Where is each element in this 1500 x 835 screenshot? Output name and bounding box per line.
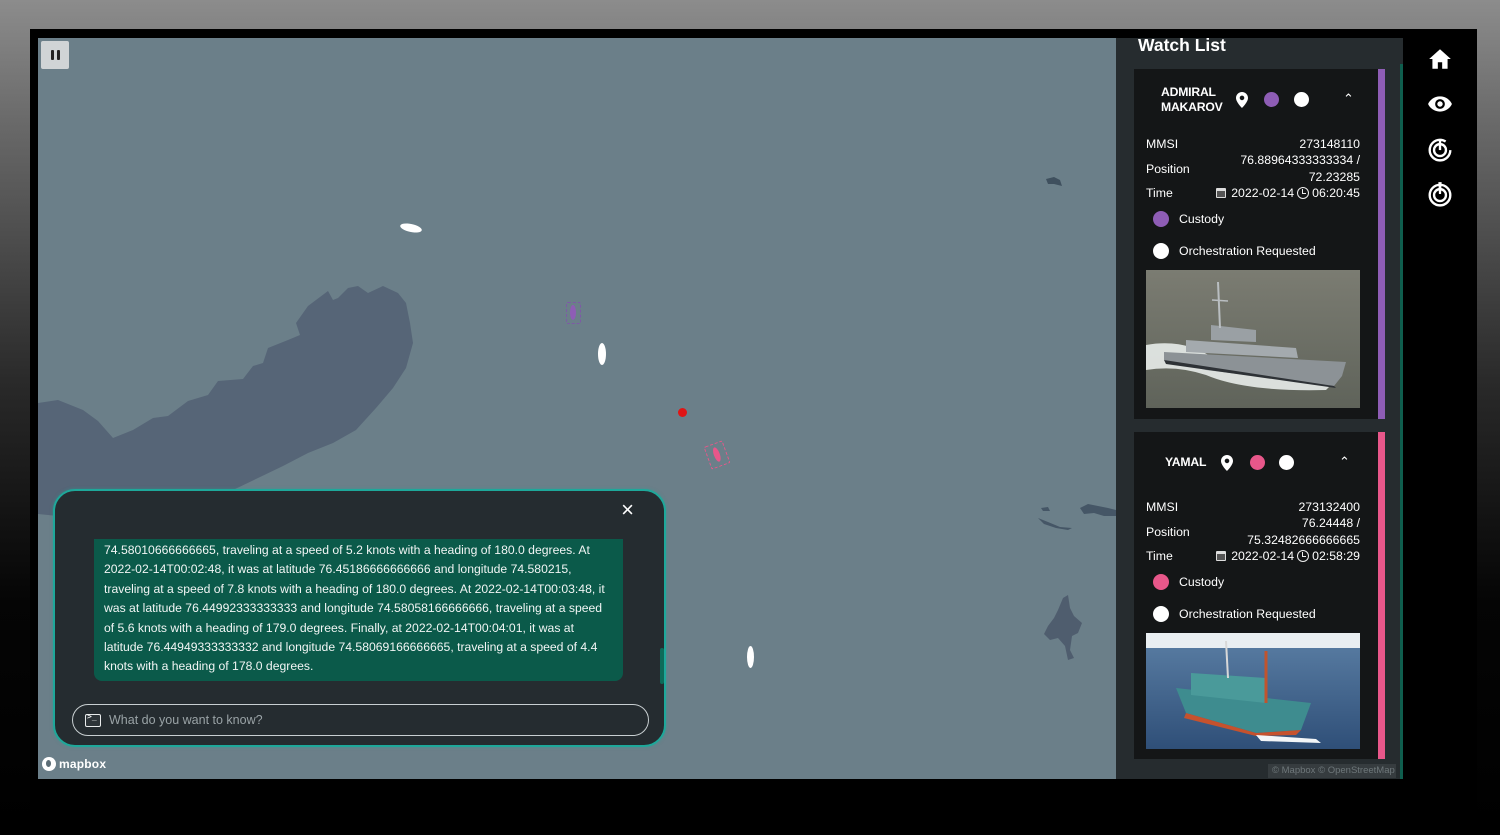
vessel-name: YAMAL [1165, 455, 1206, 470]
map-pin-icon[interactable] [1221, 455, 1233, 471]
right-nav-bar [1403, 38, 1477, 779]
vessel-card-header[interactable]: YAMAL ⌃ [1134, 432, 1378, 492]
landmass-peninsula [38, 286, 413, 518]
vessel-marker [711, 446, 723, 463]
custody-status-dot [1250, 455, 1265, 470]
position-value: 76.24448 / 75.32482666666665 [1247, 515, 1360, 548]
mapbox-logo[interactable]: mapbox [42, 757, 106, 771]
mmsi-label: MMSI [1146, 137, 1179, 151]
vessel-marker [570, 305, 576, 320]
vessel-name-line: YAMAL [1165, 455, 1207, 469]
position-lat: 76.24448 / [1301, 516, 1360, 530]
vessel-card-yamal: YAMAL ⌃ MMSI 273132400 Position 76.24448… [1134, 432, 1385, 759]
date-value: 2022-02-14 [1231, 549, 1295, 563]
vessel-color-stripe [1378, 69, 1385, 419]
pause-icon-bar [50, 50, 54, 60]
radar-alert-icon[interactable] [1427, 181, 1453, 207]
position-lat: 76.88964333333334 / [1240, 153, 1360, 167]
mmsi-value: 273148110 [1299, 137, 1360, 151]
chat-input-container[interactable] [72, 704, 649, 736]
vessel-photo[interactable] [1146, 270, 1360, 408]
pause-icon-bar [56, 50, 60, 60]
close-icon: × [621, 497, 634, 522]
island-cross [1044, 595, 1082, 660]
vessel-color-stripe [1378, 432, 1385, 759]
orchestration-status-dot [1294, 92, 1309, 107]
chevron-up-icon[interactable]: ⌃ [1343, 91, 1354, 107]
vessel-name: ADMIRAL MAKAROV [1161, 85, 1223, 114]
legend-label: Custody [1179, 212, 1225, 226]
chevron-up-icon[interactable]: ⌃ [1339, 454, 1350, 470]
mapbox-logo-text: mapbox [59, 757, 107, 771]
mmsi-value: 273132400 [1298, 500, 1360, 514]
clock-icon [1297, 550, 1310, 562]
map-attribution[interactable]: © Mapbox © OpenStreetMap I [1268, 764, 1396, 778]
mapbox-logo-icon [42, 757, 56, 771]
time-of-day-value: 02:58:29 [1312, 549, 1360, 563]
terminal-icon [85, 712, 101, 727]
legend-custody: Custody [1153, 574, 1224, 590]
time-label: Time [1146, 186, 1173, 200]
alert-position-dot[interactable] [678, 408, 687, 417]
island-strip [1038, 518, 1072, 530]
close-chat-button[interactable]: × [621, 499, 634, 521]
pause-button[interactable] [41, 41, 69, 69]
date-value: 2022-02-14 [1231, 186, 1295, 200]
position-lon: 72.23285 [1308, 169, 1360, 184]
vessel-card-admiral-makarov: ADMIRAL MAKAROV ⌃ MMSI 273148110 Positio… [1134, 69, 1385, 419]
vessel-marker[interactable] [747, 646, 754, 668]
mmsi-label: MMSI [1146, 500, 1179, 514]
time-value: 2022-02-14 02:58:29 [1216, 548, 1360, 565]
chat-scrollbar[interactable] [660, 648, 664, 684]
chat-panel: × 74.58010666666665, traveling at a spee… [53, 489, 666, 747]
selected-vessel-admiral-makarov[interactable] [566, 302, 581, 324]
orchestration-dot [1153, 243, 1169, 259]
custody-dot [1153, 574, 1169, 590]
orchestration-dot [1153, 606, 1169, 622]
legend-label: Orchestration Requested [1179, 244, 1316, 258]
position-label: Position [1146, 525, 1190, 539]
chat-input[interactable] [109, 713, 629, 727]
calendar-icon [1216, 188, 1227, 198]
radar-icon[interactable] [1427, 136, 1453, 162]
eye-icon[interactable] [1427, 91, 1453, 117]
island-small [1041, 507, 1050, 511]
time-label: Time [1146, 549, 1173, 563]
orchestration-status-dot [1279, 455, 1294, 470]
watch-list-panel: Watch List ADMIRAL MAKAROV ⌃ MMSI 273148… [1116, 35, 1403, 779]
legend-label: Custody [1179, 575, 1225, 589]
legend-orchestration: Orchestration Requested [1153, 243, 1316, 259]
custody-status-dot [1264, 92, 1279, 107]
vessel-name-line: MAKAROV [1161, 99, 1223, 114]
vessel-card-header[interactable]: ADMIRAL MAKAROV ⌃ [1134, 69, 1378, 129]
vessel-marker[interactable] [598, 343, 606, 365]
calendar-icon [1216, 551, 1227, 561]
island-chain [1080, 504, 1116, 516]
position-value: 76.88964333333334 / 72.23285 [1240, 152, 1360, 185]
time-of-day-value: 06:20:45 [1312, 186, 1360, 200]
vessel-name-line: ADMIRAL [1161, 85, 1216, 99]
home-icon[interactable] [1427, 46, 1453, 72]
watch-list-title: Watch List [1138, 35, 1226, 55]
islet [1046, 177, 1062, 186]
position-label: Position [1146, 162, 1190, 176]
map-pin-icon[interactable] [1236, 92, 1248, 108]
position-lon: 75.32482666666665 [1247, 532, 1360, 547]
time-value: 2022-02-14 06:20:45 [1216, 185, 1360, 202]
custody-dot [1153, 211, 1169, 227]
chat-message-bubble: 74.58010666666665, traveling at a speed … [94, 539, 623, 681]
clock-icon [1297, 187, 1310, 199]
legend-custody: Custody [1153, 211, 1224, 227]
vessel-photo[interactable] [1146, 633, 1360, 749]
legend-label: Orchestration Requested [1179, 607, 1316, 621]
legend-orchestration: Orchestration Requested [1153, 606, 1316, 622]
